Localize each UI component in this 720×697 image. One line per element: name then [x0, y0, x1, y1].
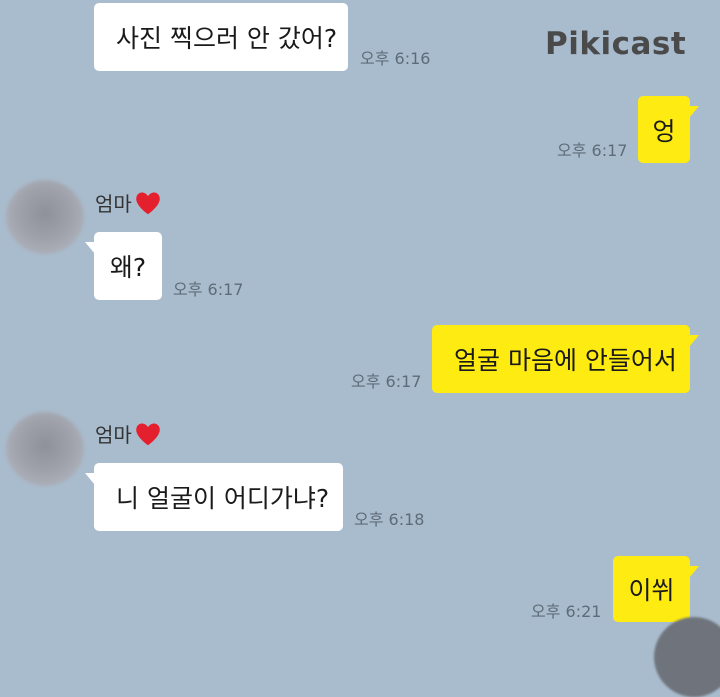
sender-avatar[interactable]: [6, 180, 84, 254]
sender-avatar[interactable]: [6, 412, 84, 486]
pikicast-watermark: Pikicast: [545, 26, 687, 62]
sender-name-text: 엄마: [95, 423, 132, 447]
partial-avatar: [654, 617, 720, 697]
message-text: 엉: [652, 116, 676, 146]
message-text: 이쒸: [628, 576, 675, 605]
message-time: 오후 6:17: [351, 372, 422, 391]
message-time: 오후 6:17: [173, 280, 244, 299]
message-bubble-incoming[interactable]: 왜?: [85, 232, 162, 300]
sender-name-text: 엄마: [95, 192, 132, 216]
message-time: 오후 6:21: [531, 602, 602, 621]
message-bubble-outgoing[interactable]: 엉: [638, 96, 699, 163]
message-text: 왜?: [109, 253, 147, 282]
message-time: 오후 6:16: [360, 49, 431, 68]
sender-name: 엄마: [95, 419, 162, 448]
message-text: 니 얼굴이 어디가냐?: [116, 484, 330, 513]
message-bubble-outgoing[interactable]: 이쒸: [613, 556, 699, 622]
message-time: 오후 6:18: [354, 510, 425, 529]
message-bubble-outgoing[interactable]: 얼굴 마음에 안들어서: [432, 325, 699, 393]
message-bubble-incoming[interactable]: 니 얼굴이 어디가냐?: [85, 463, 343, 531]
message-time: 오후 6:17: [557, 141, 628, 160]
message-text: 얼굴 마음에 안들어서: [454, 346, 677, 375]
heart-icon: [136, 191, 160, 214]
heart-icon: [136, 422, 160, 445]
chat-window: 사진 찍으러 안 갔어? 오후 6:16 Pikicast 엉 오후 6:17 …: [0, 0, 720, 697]
message-bubble-incoming[interactable]: 사진 찍으러 안 갔어?: [94, 3, 348, 71]
sender-name: 엄마: [95, 188, 162, 217]
message-text: 사진 찍으러 안 갔어?: [116, 24, 338, 53]
